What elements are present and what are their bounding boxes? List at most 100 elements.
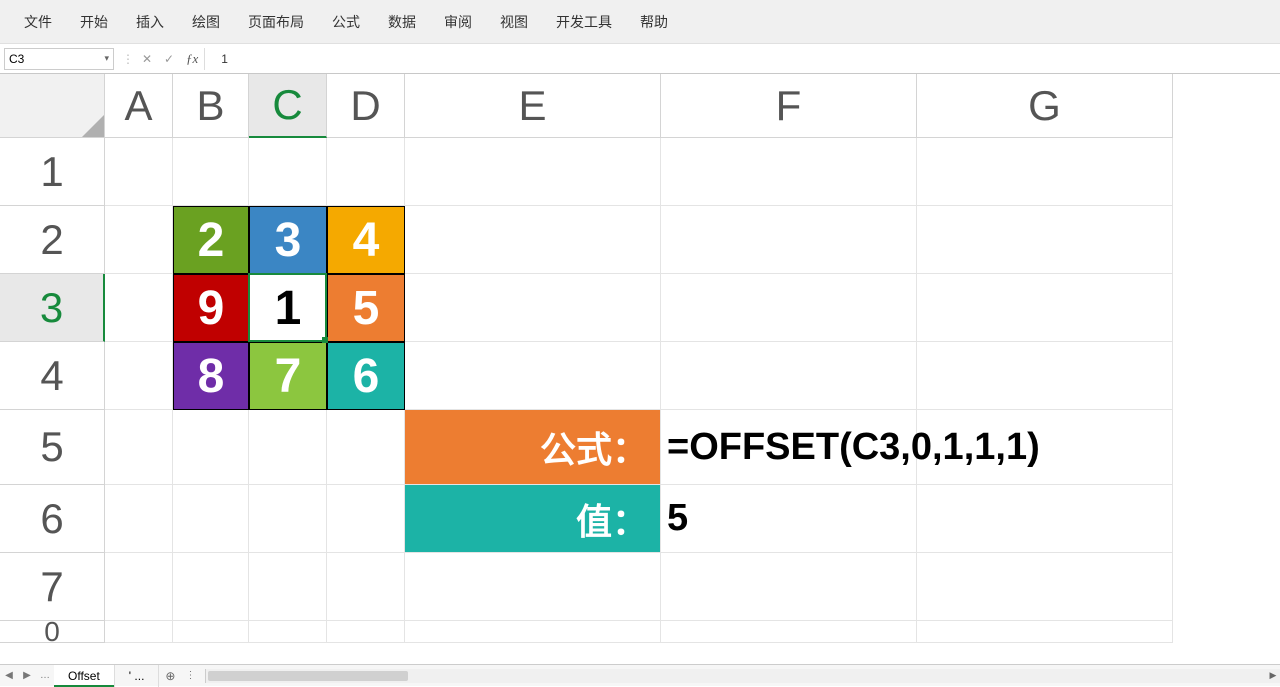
col-header-E[interactable]: E bbox=[405, 74, 661, 138]
sheet-nav-more-icon[interactable]: … bbox=[36, 665, 54, 687]
cell-C4[interactable]: 7 bbox=[249, 342, 327, 410]
cancel-icon[interactable]: ✕ bbox=[136, 48, 158, 70]
col-header-F[interactable]: F bbox=[661, 74, 917, 138]
cell-B1[interactable] bbox=[173, 138, 249, 206]
cell-E4[interactable] bbox=[405, 342, 661, 410]
row-header-5[interactable]: 5 bbox=[0, 410, 105, 485]
horizontal-scrollbar[interactable]: ◀ ▶ bbox=[205, 669, 1280, 683]
ribbon-draw[interactable]: 绘图 bbox=[178, 4, 234, 40]
ribbon-help[interactable]: 帮助 bbox=[626, 4, 682, 40]
col-header-B[interactable]: B bbox=[173, 74, 249, 138]
name-box[interactable]: C3 ▾ bbox=[4, 48, 114, 70]
col-header-A[interactable]: A bbox=[105, 74, 173, 138]
cell-F7[interactable] bbox=[661, 553, 917, 621]
cell-A1[interactable] bbox=[105, 138, 173, 206]
cell-A4[interactable] bbox=[105, 342, 173, 410]
cell-D1[interactable] bbox=[327, 138, 405, 206]
scroll-right-icon[interactable]: ▶ bbox=[1266, 669, 1280, 683]
cell-F4[interactable] bbox=[661, 342, 917, 410]
cell-G1[interactable] bbox=[917, 138, 1173, 206]
cell-D4[interactable]: 6 bbox=[327, 342, 405, 410]
cell-F1[interactable] bbox=[661, 138, 917, 206]
cell-F8[interactable] bbox=[661, 621, 917, 643]
cell-E3[interactable] bbox=[405, 274, 661, 342]
sheet-tab-other[interactable]: ' ... bbox=[115, 665, 160, 687]
cell-E8[interactable] bbox=[405, 621, 661, 643]
cell-C8[interactable] bbox=[249, 621, 327, 643]
cell-G7[interactable] bbox=[917, 553, 1173, 621]
ribbon-review[interactable]: 审阅 bbox=[430, 4, 486, 40]
cell-E1[interactable] bbox=[405, 138, 661, 206]
cell-A6[interactable] bbox=[105, 485, 173, 553]
cell-A5[interactable] bbox=[105, 410, 173, 485]
sheet-nav-prev-icon[interactable]: ◀ bbox=[0, 665, 18, 687]
ribbon-view[interactable]: 视图 bbox=[486, 4, 542, 40]
cell-C5[interactable] bbox=[249, 410, 327, 485]
cell-C7[interactable] bbox=[249, 553, 327, 621]
chevron-down-icon[interactable]: ▾ bbox=[104, 53, 109, 64]
cell-G4[interactable] bbox=[917, 342, 1173, 410]
column-headers: A B C D E F G bbox=[0, 74, 1280, 138]
cell-B4[interactable]: 8 bbox=[173, 342, 249, 410]
cell-E5[interactable]: 公式： bbox=[405, 410, 661, 485]
formula-bar: C3 ▾ ⋮ ✕ ✓ ƒx 1 bbox=[0, 44, 1280, 74]
ribbon-page-layout[interactable]: 页面布局 bbox=[234, 4, 318, 40]
cell-G6[interactable] bbox=[917, 485, 1173, 553]
cell-B2[interactable]: 2 bbox=[173, 206, 249, 274]
cell-G3[interactable] bbox=[917, 274, 1173, 342]
cell-F3[interactable] bbox=[661, 274, 917, 342]
cell-E7[interactable] bbox=[405, 553, 661, 621]
ribbon-formulas[interactable]: 公式 bbox=[318, 4, 374, 40]
row-header-1[interactable]: 1 bbox=[0, 138, 105, 206]
cell-D7[interactable] bbox=[327, 553, 405, 621]
cell-B5[interactable] bbox=[173, 410, 249, 485]
cell-D2[interactable]: 4 bbox=[327, 206, 405, 274]
cell-F2[interactable] bbox=[661, 206, 917, 274]
cell-D6[interactable] bbox=[327, 485, 405, 553]
cell-E6[interactable]: 值： bbox=[405, 485, 661, 553]
cell-B3[interactable]: 9 bbox=[173, 274, 249, 342]
cell-G8[interactable] bbox=[917, 621, 1173, 643]
cell-D3[interactable]: 5 bbox=[327, 274, 405, 342]
cell-A7[interactable] bbox=[105, 553, 173, 621]
cell-F6[interactable]: 5 bbox=[661, 485, 917, 553]
sheet-nav-next-icon[interactable]: ▶ bbox=[18, 665, 36, 687]
cell-C6[interactable] bbox=[249, 485, 327, 553]
row-header-7[interactable]: 7 bbox=[0, 553, 105, 621]
cell-A3[interactable] bbox=[105, 274, 173, 342]
sheet-tab-offset[interactable]: Offset bbox=[54, 665, 115, 687]
col-header-G[interactable]: G bbox=[917, 74, 1173, 138]
col-header-C[interactable]: C bbox=[249, 74, 327, 138]
cell-A8[interactable] bbox=[105, 621, 173, 643]
cell-D5[interactable] bbox=[327, 410, 405, 485]
col-header-D[interactable]: D bbox=[327, 74, 405, 138]
scrollbar-thumb[interactable] bbox=[208, 671, 408, 681]
cell-C1[interactable] bbox=[249, 138, 327, 206]
row-header-8[interactable]: 0 bbox=[0, 621, 105, 643]
ribbon-insert[interactable]: 插入 bbox=[122, 4, 178, 40]
row-header-2[interactable]: 2 bbox=[0, 206, 105, 274]
cell-A2[interactable] bbox=[105, 206, 173, 274]
formula-input[interactable]: 1 bbox=[211, 52, 1276, 66]
row-header-3[interactable]: 3 bbox=[0, 274, 105, 342]
enter-icon[interactable]: ✓ bbox=[158, 48, 180, 70]
cell-B8[interactable] bbox=[173, 621, 249, 643]
fx-icon[interactable]: ƒx bbox=[180, 48, 205, 70]
ribbon-data[interactable]: 数据 bbox=[374, 4, 430, 40]
select-all-corner[interactable] bbox=[0, 74, 105, 138]
cell-F5[interactable]: =OFFSET(C3,0,1,1,1) bbox=[661, 410, 917, 485]
row-header-4[interactable]: 4 bbox=[0, 342, 105, 410]
cell-E2[interactable] bbox=[405, 206, 661, 274]
ribbon-file[interactable]: 文件 bbox=[10, 4, 66, 40]
ribbon-developer[interactable]: 开发工具 bbox=[542, 4, 626, 40]
add-sheet-icon[interactable]: ⊕ bbox=[159, 669, 181, 683]
sheet-more-icon[interactable]: ⋮ bbox=[181, 665, 199, 687]
cell-C3[interactable]: 1 bbox=[249, 274, 327, 342]
cell-B7[interactable] bbox=[173, 553, 249, 621]
cell-C2[interactable]: 3 bbox=[249, 206, 327, 274]
row-header-6[interactable]: 6 bbox=[0, 485, 105, 553]
cell-B6[interactable] bbox=[173, 485, 249, 553]
cell-G2[interactable] bbox=[917, 206, 1173, 274]
ribbon-home[interactable]: 开始 bbox=[66, 4, 122, 40]
cell-D8[interactable] bbox=[327, 621, 405, 643]
